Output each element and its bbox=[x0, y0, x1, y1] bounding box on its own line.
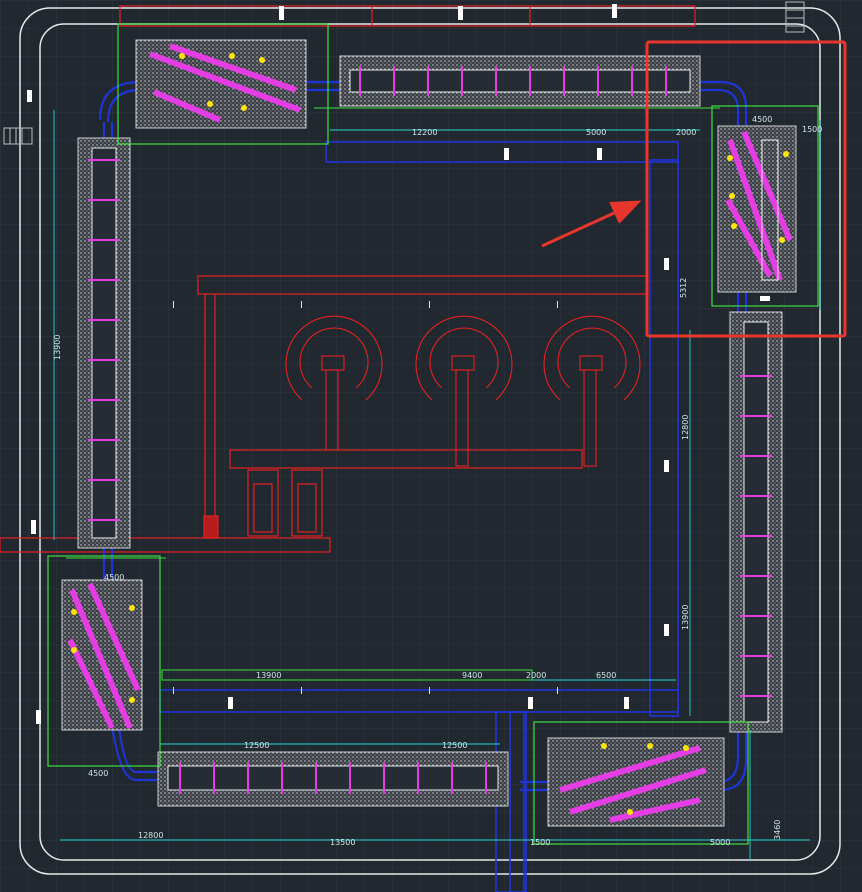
svg-text:I: I bbox=[172, 686, 175, 697]
dim-bottom-13500: 13500 bbox=[330, 838, 355, 847]
dim-top-5000: 5000 bbox=[586, 128, 606, 137]
dim-left-4500: 4500 bbox=[104, 573, 124, 582]
conveyor-left bbox=[77, 137, 131, 549]
dim-bottom-5000: 5000 bbox=[710, 838, 730, 847]
dim-top-right-1500: 1500 bbox=[802, 125, 822, 134]
dim-bottom-12800: 12800 bbox=[138, 831, 163, 840]
dim-bottom-2000: 2000 bbox=[526, 671, 546, 680]
dim-right-5312: 5312 bbox=[679, 278, 688, 298]
cad-drawing-canvas: I I I I I I I I 12200 5000 2000 4500 1500 13… bbox=[0, 0, 862, 892]
dim-bottom-1500: 1500 bbox=[530, 838, 550, 847]
dim-top-right-4500: 4500 bbox=[752, 115, 772, 124]
dim-bottom-12500a: 12500 bbox=[244, 741, 269, 750]
station-top-left bbox=[117, 23, 329, 145]
svg-text:I: I bbox=[428, 300, 431, 311]
dim-bottom-3460: 3460 bbox=[773, 820, 782, 840]
dim-right-12800: 12800 bbox=[681, 415, 690, 440]
dim-top-2000: 2000 bbox=[676, 128, 696, 137]
dim-bottom-13900: 13900 bbox=[256, 671, 281, 680]
conveyor-right bbox=[729, 311, 783, 733]
dim-top-12200: 12200 bbox=[412, 128, 437, 137]
dim-right-13900: 13900 bbox=[681, 605, 690, 630]
dim-bottom-6500: 6500 bbox=[596, 671, 616, 680]
svg-text:I: I bbox=[556, 686, 559, 697]
conveyor-bottom bbox=[157, 751, 509, 807]
svg-text:I: I bbox=[556, 300, 559, 311]
svg-text:I: I bbox=[428, 686, 431, 697]
svg-text:I: I bbox=[300, 300, 303, 311]
dim-bottom-12500b: 12500 bbox=[442, 741, 467, 750]
station-bottom-right bbox=[533, 721, 749, 845]
svg-text:I: I bbox=[172, 300, 175, 311]
svg-text:I: I bbox=[300, 686, 303, 697]
dim-left-13900: 13900 bbox=[53, 335, 62, 360]
dim-bottom-4500: 4500 bbox=[88, 769, 108, 778]
dim-bottom-9400: 9400 bbox=[462, 671, 482, 680]
